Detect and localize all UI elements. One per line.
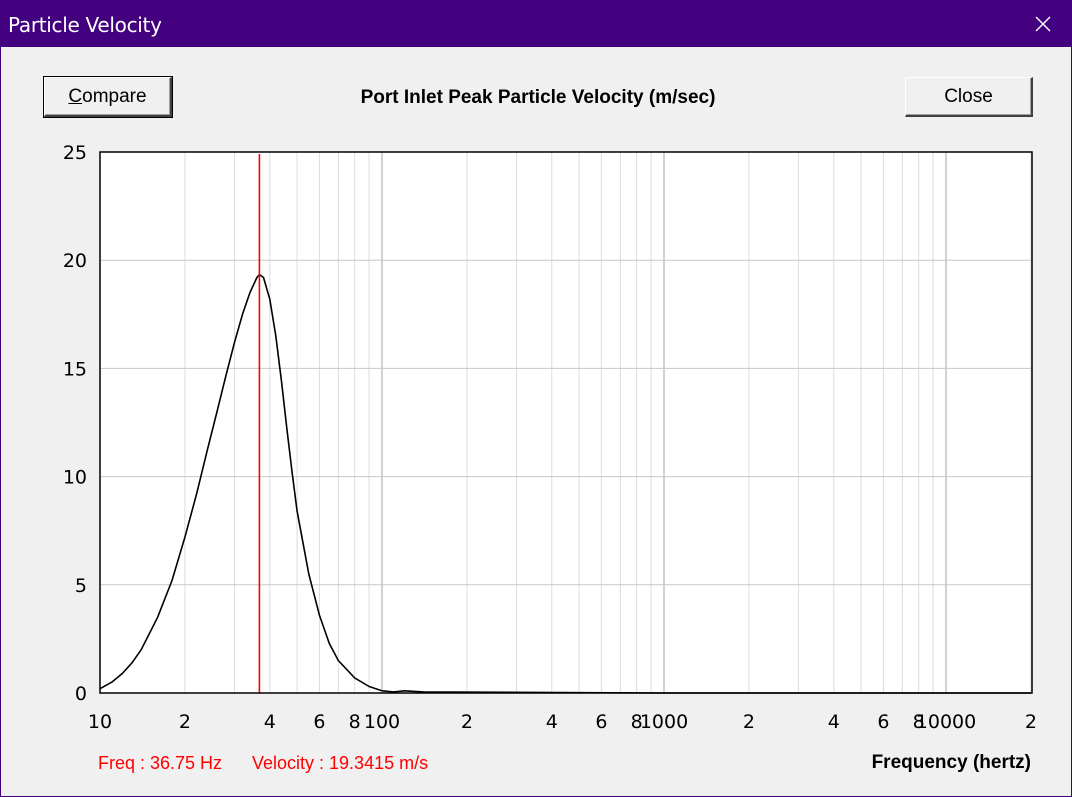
x-tick-label: 6	[877, 711, 889, 733]
y-tick-labels: 0 5 10 15 20 25	[63, 142, 87, 705]
x-tick-label: 2	[1025, 711, 1037, 733]
y-tick-label: 0	[75, 683, 87, 705]
velocity-readout: Velocity : 19.3415 m/s	[252, 753, 429, 773]
x-tick-label: 6	[595, 711, 607, 733]
x-tick-label: 2	[179, 711, 191, 733]
plot-area	[100, 152, 1032, 693]
particle-velocity-window: Particle Velocity Compare Port Inlet Pea…	[0, 0, 1072, 797]
x-tick-label: 10000	[916, 711, 976, 733]
frequency-readout: Freq : 36.75 Hz	[98, 753, 223, 773]
x-tick-label: 4	[546, 711, 558, 733]
y-tick-label: 10	[63, 467, 87, 489]
x-tick-label: 2	[743, 711, 755, 733]
x-tick-label: 10	[88, 711, 112, 733]
x-tick-label: 8	[349, 711, 361, 733]
x-tick-label: 4	[264, 711, 276, 733]
x-tick-label: 4	[828, 711, 840, 733]
y-tick-label: 5	[75, 575, 87, 597]
y-tick-label: 20	[63, 250, 87, 272]
y-tick-label: 25	[63, 142, 87, 164]
x-axis-label: Frequency (hertz)	[871, 752, 1031, 773]
x-tick-label: 2	[461, 711, 473, 733]
x-tick-label: 100	[364, 711, 400, 733]
y-tick-label: 15	[63, 358, 87, 380]
x-tick-label: 1000	[640, 711, 688, 733]
x-tick-labels: 10 2 4 6 8 100 2 4 6 81000 2 4 6 810000 2	[88, 711, 1037, 733]
velocity-chart: 0510152025 10 2 4 6 8 100 2 4 6 81000 2 4 6 810000 2	[63, 142, 1037, 733]
x-tick-label: 6	[313, 711, 325, 733]
